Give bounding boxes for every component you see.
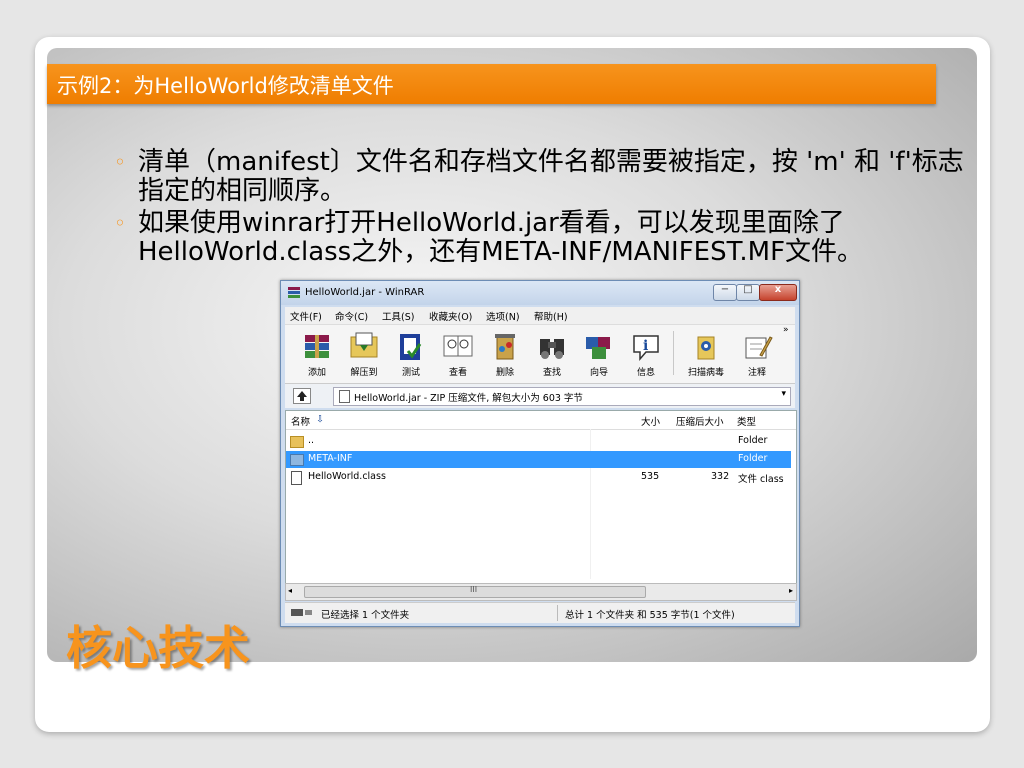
- toolbar-label: 查看: [448, 368, 467, 378]
- window-titlebar[interactable]: HelloWorld.jar - WinRAR − □ x: [281, 281, 799, 305]
- drive-icon: [291, 609, 312, 616]
- status-bar: 已经选择 1 个文件夹 总计 1 个文件夹 和 535 字节(1 个文件): [285, 602, 795, 623]
- menu-favorites[interactable]: 收藏夹(O): [429, 309, 472, 323]
- bullet-item: ◦ 清单（manifest〕文件名和存档文件名都需要被指定，按 'm' 和 'f…: [110, 148, 970, 206]
- slide-title-bar: 示例2：为HelloWorld修改清单文件: [47, 64, 936, 104]
- toolbar-label: 信息: [636, 368, 655, 378]
- toolbar: 添加 解压到 测试 查看 删除 查找 向导 i 信息 扫描病毒 注释 »: [285, 324, 795, 383]
- scroll-left-icon[interactable]: ◂: [288, 586, 292, 595]
- bullet-marker-icon: ◦: [114, 150, 126, 174]
- file-row-parent[interactable]: .. Folder: [286, 433, 791, 450]
- column-packed-size[interactable]: 压缩后大小: [676, 414, 724, 428]
- file-row-helloworld-class[interactable]: HelloWorld.class 535 332 文件 class: [286, 469, 791, 486]
- virus-scan-icon: [697, 336, 715, 360]
- menu-help[interactable]: 帮助(H): [534, 309, 568, 323]
- toolbar-label: 注释: [747, 368, 766, 378]
- toolbar-overflow-icon[interactable]: »: [783, 325, 789, 335]
- toolbar-find-button[interactable]: 查找: [530, 327, 574, 379]
- scroll-right-icon[interactable]: ▸: [789, 586, 793, 595]
- toolbar-label: 向导: [589, 368, 608, 378]
- status-divider: [557, 605, 558, 621]
- toolbar-virus-scan-button[interactable]: 扫描病毒: [681, 327, 731, 379]
- file-type: 文件 class: [738, 474, 784, 485]
- slide-title: 示例2：为HelloWorld修改清单文件: [57, 74, 394, 98]
- address-dropdown-icon[interactable]: ▾: [781, 389, 786, 399]
- horizontal-scrollbar[interactable]: ◂ III ▸: [285, 583, 797, 601]
- file-list-header: 名称 ⇩ 大小 压缩后大小 类型: [286, 411, 796, 430]
- column-name[interactable]: 名称: [291, 414, 310, 428]
- up-arrow-icon: [297, 391, 307, 401]
- bullet-item: ◦ 如果使用winrar打开HelloWorld.jar看看，可以发现里面除了H…: [110, 209, 970, 267]
- winrar-app-icon: [288, 287, 300, 298]
- bullet-list: ◦ 清单（manifest〕文件名和存档文件名都需要被指定，按 'm' 和 'f…: [110, 148, 970, 270]
- menu-bar: 文件(F) 命令(C) 工具(S) 收藏夹(O) 选项(N) 帮助(H): [285, 307, 795, 324]
- toolbar-label: 删除: [495, 368, 514, 378]
- extract-to-icon: [350, 332, 378, 358]
- bullet-text: 如果使用winrar打开HelloWorld.jar看看，可以发现里面除了Hel…: [138, 208, 864, 267]
- toolbar-label: 扫描病毒: [687, 368, 724, 378]
- bullet-marker-icon: ◦: [114, 211, 126, 235]
- folder-up-icon: [290, 436, 304, 448]
- file-row-meta-inf[interactable]: META-INF Folder: [286, 451, 791, 468]
- test-icon: [400, 334, 422, 360]
- file-type: Folder: [738, 435, 768, 446]
- file-size: 535: [641, 471, 660, 482]
- menu-tools[interactable]: 工具(S): [382, 309, 414, 323]
- address-bar: HelloWorld.jar - ZIP 压缩文件, 解包大小为 603 字节 …: [285, 383, 795, 408]
- file-icon: [291, 471, 302, 485]
- minimize-icon: −: [720, 284, 730, 295]
- comment-icon: [745, 336, 773, 359]
- toolbar-separator: [673, 331, 674, 375]
- file-type: Folder: [738, 453, 768, 464]
- file-name: META-INF: [308, 453, 353, 464]
- toolbar-label: 解压到: [350, 368, 378, 378]
- window-title: HelloWorld.jar - WinRAR: [305, 287, 425, 298]
- maximize-button[interactable]: □: [736, 284, 760, 301]
- toolbar-delete-button[interactable]: 删除: [483, 327, 527, 379]
- find-icon: [540, 339, 564, 359]
- toolbar-test-button[interactable]: 测试: [389, 327, 433, 379]
- menu-commands[interactable]: 命令(C): [335, 309, 368, 323]
- view-icon: [443, 335, 473, 357]
- delete-icon: [495, 334, 515, 360]
- add-archive-icon: [305, 335, 329, 358]
- folder-icon: [290, 454, 304, 466]
- core-technology-title: 核心技术: [66, 621, 250, 675]
- file-packed-size: 332: [711, 471, 730, 482]
- sort-down-icon: ⇩: [316, 414, 324, 425]
- column-size[interactable]: 大小: [641, 414, 660, 428]
- toolbar-comment-button[interactable]: 注释: [735, 327, 779, 379]
- winrar-window: HelloWorld.jar - WinRAR − □ x 文件(F) 命令(C…: [280, 280, 800, 627]
- toolbar-info-button[interactable]: i 信息: [624, 327, 668, 379]
- close-icon: x: [774, 284, 782, 295]
- info-icon: i: [633, 335, 659, 362]
- toolbar-add-button[interactable]: 添加: [295, 327, 339, 379]
- column-type[interactable]: 类型: [737, 414, 756, 428]
- file-name: ..: [308, 435, 315, 446]
- scroll-grip: III: [470, 585, 478, 594]
- status-selection: 已经选择 1 个文件夹: [321, 610, 410, 621]
- file-list: 名称 ⇩ 大小 压缩后大小 类型 .. Folder META-INF Fold…: [285, 410, 797, 585]
- menu-options[interactable]: 选项(N): [486, 309, 520, 323]
- address-field[interactable]: HelloWorld.jar - ZIP 压缩文件, 解包大小为 603 字节 …: [333, 387, 791, 406]
- toolbar-wizard-button[interactable]: 向导: [577, 327, 621, 379]
- file-name: HelloWorld.class: [308, 471, 386, 482]
- up-folder-button[interactable]: [293, 388, 311, 404]
- toolbar-extract-button[interactable]: 解压到: [342, 327, 386, 379]
- bullet-text: 清单（manifest〕文件名和存档文件名都需要被指定，按 'm' 和 'f'标…: [138, 147, 964, 206]
- svg-text:i: i: [643, 338, 648, 354]
- maximize-icon: □: [743, 284, 753, 295]
- scroll-thumb[interactable]: III: [304, 585, 646, 598]
- address-text: HelloWorld.jar - ZIP 压缩文件, 解包大小为 603 字节: [354, 393, 583, 404]
- toolbar-label: 查找: [542, 368, 561, 378]
- status-total: 总计 1 个文件夹 和 535 字节(1 个文件): [565, 610, 735, 621]
- toolbar-view-button[interactable]: 查看: [436, 327, 480, 379]
- menu-file[interactable]: 文件(F): [290, 309, 322, 323]
- toolbar-label: 测试: [401, 368, 420, 378]
- wizard-icon: [586, 337, 610, 359]
- archive-file-icon: [339, 390, 350, 403]
- close-button[interactable]: x: [759, 284, 797, 301]
- toolbar-label: 添加: [307, 368, 326, 378]
- minimize-button[interactable]: −: [713, 284, 737, 301]
